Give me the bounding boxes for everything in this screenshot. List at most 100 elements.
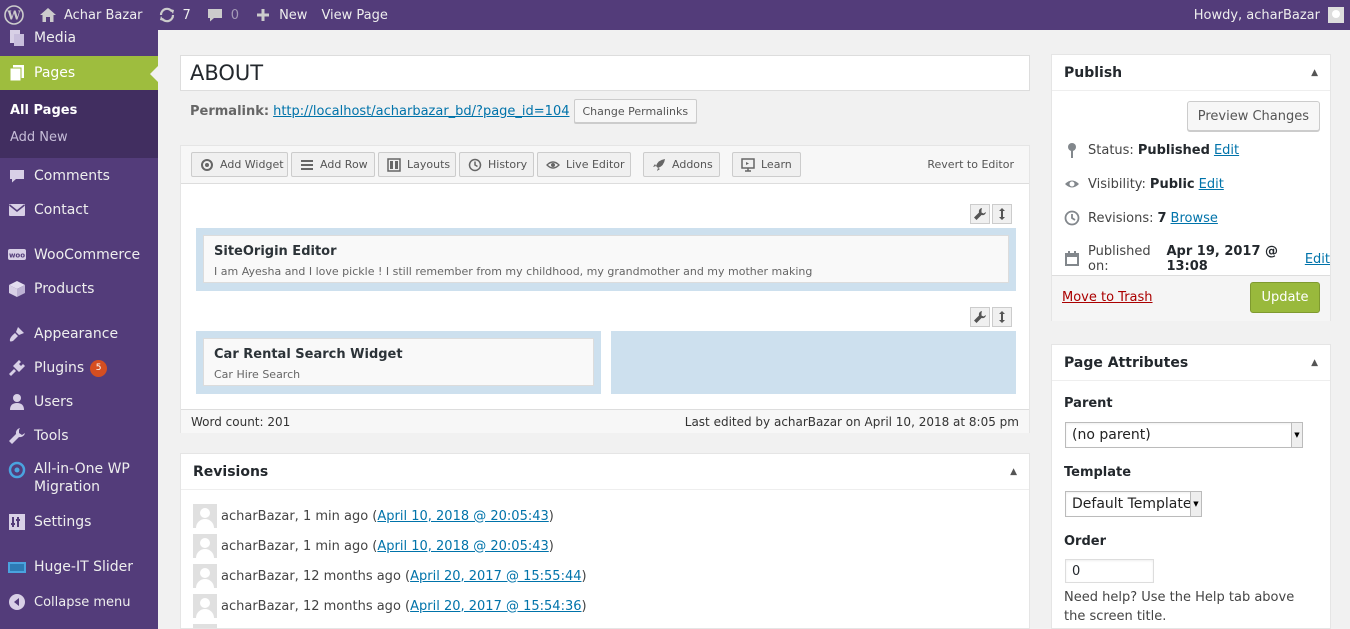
collapse-arrow-icon[interactable]: ▲ [1311, 358, 1318, 368]
calendar-icon [1064, 251, 1080, 267]
permalink-url[interactable]: http://localhost/acharbazar_bd/?page_id=… [273, 104, 569, 119]
learn-button[interactable]: Learn [732, 152, 801, 177]
publish-header[interactable]: Publish ▲ [1052, 55, 1330, 91]
collapse-arrow-icon[interactable]: ▲ [1311, 68, 1318, 78]
menu-comments[interactable]: Comments [0, 166, 158, 186]
layouts-button[interactable]: Layouts [378, 152, 456, 177]
collapse-menu-button[interactable]: Collapse menu [0, 592, 158, 612]
permalink-row: Permalink: http://localhost/acharbazar_b… [190, 99, 698, 123]
status-row: Status: Published Edit [1064, 142, 1239, 158]
addons-button[interactable]: Addons [643, 152, 720, 177]
status-edit-link[interactable]: Edit [1214, 143, 1239, 158]
revision-item: acharBazar, 1 min ago (April 10, 2018 @ … [193, 534, 554, 558]
add-row-button[interactable]: Add Row [291, 152, 375, 177]
post-title-input[interactable]: ABOUT [180, 55, 1030, 91]
status-label: Status: [1088, 142, 1134, 158]
user-icon [7, 392, 27, 412]
gear-icon [200, 158, 214, 172]
history-button[interactable]: History [459, 152, 534, 177]
row-edit-wrench-icon[interactable] [970, 307, 990, 327]
menu-appearance-label: Appearance [34, 326, 119, 342]
learn-label: Learn [761, 158, 792, 171]
updates-link[interactable]: 7 [150, 0, 198, 30]
menu-media[interactable]: Media [0, 29, 158, 47]
menu-appearance[interactable]: Appearance [0, 324, 158, 344]
revisions-browse-link[interactable]: Browse [1171, 211, 1218, 226]
preview-changes-button[interactable]: Preview Changes [1186, 101, 1320, 131]
change-permalinks-button[interactable]: Change Permalinks [573, 99, 698, 123]
revision-link[interactable]: April 20, 2017 @ 15:55:44 [410, 569, 581, 584]
widget-siteorigin-editor[interactable]: SiteOrigin Editor I am Ayesha and I love… [203, 235, 1009, 283]
builder-row-2-cell-2[interactable] [611, 331, 1016, 394]
update-button[interactable]: Update [1250, 282, 1320, 313]
order-input[interactable]: 0 [1065, 559, 1154, 583]
paintbrush-icon [7, 324, 27, 344]
collapse-menu-label: Collapse menu [34, 594, 131, 610]
parent-label: Parent [1064, 396, 1113, 411]
row-move-arrows-icon[interactable] [992, 307, 1012, 327]
submenu-add-new[interactable]: Add New [10, 130, 68, 145]
help-text: Need help? Use the Help tab above the sc… [1064, 590, 1295, 624]
revision-item: acharBazar, 12 months ago (April 20, 201… [193, 594, 587, 618]
view-page-label: View Page [321, 7, 388, 23]
menu-aio-line1: All-in-One WP [34, 461, 130, 477]
user-avatar[interactable] [1328, 7, 1344, 23]
collapse-arrow-icon[interactable]: ▲ [1010, 467, 1017, 477]
media-icon [7, 28, 27, 48]
menu-aio-label: All-in-One WP Migration [34, 460, 130, 496]
template-select[interactable]: Default Template ▼ [1065, 491, 1202, 517]
status-value: Published [1137, 142, 1210, 158]
menu-woocommerce-label: WooCommerce [34, 247, 141, 263]
revision-author: acharBazar, 1 min ago ( [221, 538, 378, 554]
view-page-link[interactable]: View Page [314, 0, 394, 30]
row-edit-wrench-icon[interactable] [970, 204, 990, 224]
collapse-icon [7, 592, 27, 612]
comment-icon [205, 5, 225, 25]
visibility-edit-link[interactable]: Edit [1199, 177, 1224, 192]
woocommerce-icon: woo [7, 245, 27, 265]
menu-media-label: Media [34, 30, 77, 46]
submenu-all-pages[interactable]: All Pages [10, 103, 77, 118]
site-name-link[interactable]: Achar Bazar [31, 0, 150, 30]
builder-row-2-cell-1: Car Rental Search Widget Car Hire Search [196, 331, 601, 394]
menu-woocommerce[interactable]: woo WooCommerce [0, 245, 158, 265]
wordpress-icon: W [4, 5, 24, 25]
menu-all-in-one-migration[interactable]: All-in-One WP Migration [0, 460, 158, 500]
menu-huge-it-label: Huge-IT Slider [34, 559, 134, 575]
revision-avatar [193, 534, 217, 558]
menu-huge-it-slider[interactable]: Huge-IT Slider [0, 557, 158, 577]
revision-link[interactable]: April 10, 2018 @ 20:05:43 [377, 509, 548, 524]
menu-pages[interactable]: Pages [0, 56, 158, 90]
howdy-link[interactable]: Howdy, acharBazar [1194, 8, 1320, 23]
add-widget-label: Add Widget [220, 158, 284, 171]
widget-title: Car Rental Search Widget [214, 347, 403, 362]
row-move-arrows-icon[interactable] [992, 204, 1012, 224]
dropdown-arrow-icon: ▼ [1291, 423, 1302, 447]
dropdown-arrow-icon: ▼ [1190, 492, 1201, 516]
menu-products[interactable]: Products [0, 279, 158, 299]
widget-car-rental-search[interactable]: Car Rental Search Widget Car Hire Search [203, 338, 594, 386]
menu-plugins[interactable]: Plugins 5 [0, 358, 158, 378]
menu-users[interactable]: Users [0, 392, 158, 412]
published-on-edit-link[interactable]: Edit [1305, 252, 1330, 267]
plugin-icon [7, 358, 27, 378]
revisions-header[interactable]: Revisions ▲ [181, 454, 1029, 490]
pin-icon [1064, 142, 1080, 158]
publish-title: Publish [1064, 64, 1123, 81]
menu-contact[interactable]: Contact [0, 200, 158, 220]
revision-link[interactable]: April 10, 2018 @ 20:05:43 [377, 539, 548, 554]
comments-link[interactable]: 0 [198, 0, 246, 30]
parent-select[interactable]: (no parent) ▼ [1065, 422, 1303, 448]
wp-logo-button[interactable]: W [0, 0, 31, 30]
new-content-link[interactable]: New [246, 0, 314, 30]
add-widget-button[interactable]: Add Widget [191, 152, 288, 177]
publish-box: Publish ▲ Preview Changes Status: Publish… [1051, 54, 1331, 321]
live-editor-button[interactable]: Live Editor [537, 152, 631, 177]
revision-link[interactable]: April 20, 2017 @ 15:54:36 [410, 599, 581, 614]
page-attributes-header[interactable]: Page Attributes ▲ [1052, 345, 1330, 381]
revert-to-editor-link[interactable]: Revert to Editor [927, 158, 1014, 171]
menu-settings[interactable]: Settings [0, 512, 158, 532]
menu-tools[interactable]: Tools [0, 426, 158, 446]
eye-icon [1064, 176, 1080, 192]
move-to-trash-link[interactable]: Move to Trash [1062, 290, 1153, 305]
